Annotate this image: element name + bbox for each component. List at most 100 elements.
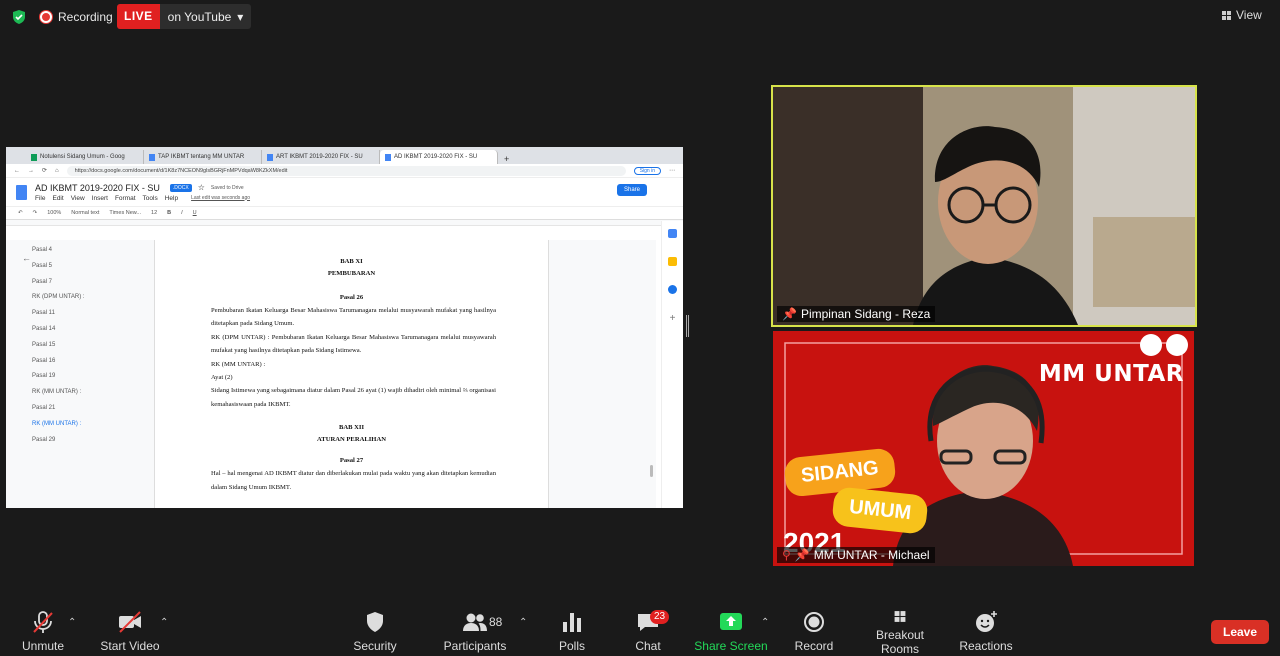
tasks-icon[interactable] xyxy=(668,285,677,294)
docs-toolbar: ↶ ↷ 100% Normal text Times New... 12 B I… xyxy=(6,206,683,220)
docs-logo-icon[interactable] xyxy=(16,184,27,200)
bold-icon[interactable]: B xyxy=(167,210,171,216)
outline-item[interactable]: Pasal 7 xyxy=(6,279,154,295)
outline-item[interactable]: RK (DPM UNTAR) : xyxy=(6,294,154,310)
chapter-heading: BAB XII xyxy=(338,424,365,432)
unmute-button[interactable]: Unmute xyxy=(18,610,68,656)
security-shield-icon xyxy=(367,612,383,632)
style-select[interactable]: Normal text xyxy=(71,210,99,216)
view-button[interactable]: View xyxy=(1222,8,1262,22)
document-page[interactable]: BAB XI PEMBUBARAN Pasal 26 Pembubaran Ik… xyxy=(154,240,549,508)
browser-tab-active[interactable]: AD IKBMT 2019-2020 FIX - SU xyxy=(380,150,498,164)
more-icon[interactable]: ⋯ xyxy=(669,167,675,174)
url-field[interactable]: https://docs.google.com/document/d/1K8z7… xyxy=(66,165,626,176)
participant-name-label: ⚲ 📌 MM UNTAR - Michael xyxy=(777,547,935,563)
polls-icon xyxy=(563,613,581,632)
polls-button[interactable]: Polls xyxy=(550,610,594,656)
font-select[interactable]: Times New... xyxy=(109,210,141,216)
sheets-icon xyxy=(31,153,37,161)
back-icon[interactable]: ← xyxy=(14,168,20,174)
menu-view[interactable]: View xyxy=(71,195,85,202)
italic-icon[interactable]: I xyxy=(181,210,183,216)
outline-item[interactable]: Pasal 11 xyxy=(6,310,154,326)
chapter-title: ATURAN PERALIHAN xyxy=(317,436,386,444)
add-addon-icon[interactable]: + xyxy=(662,313,683,324)
participants-options-caret[interactable]: ⌃ xyxy=(519,617,527,628)
menu-format[interactable]: Format xyxy=(115,195,136,202)
browser-tab[interactable]: ART IKBMT 2019-2020 FIX - SU xyxy=(262,150,380,164)
stream-platform: on YouTube ▾ xyxy=(167,9,244,24)
outline-item-active[interactable]: RK (MM UNTAR) : xyxy=(6,421,154,437)
menu-insert[interactable]: Insert xyxy=(92,195,108,202)
video-options-caret[interactable]: ⌃ xyxy=(160,617,168,628)
outline-back-icon[interactable]: ← xyxy=(22,253,31,263)
document-outline: Pasal 4 Pasal 5 Pasal 7 RK (DPM UNTAR) :… xyxy=(6,247,154,508)
paragraph: RK (MM UNTAR) : xyxy=(211,360,266,368)
menu-file[interactable]: File xyxy=(35,195,45,202)
outline-item[interactable]: Pasal 19 xyxy=(6,373,154,389)
outline-item[interactable]: Pasal 15 xyxy=(6,342,154,358)
breakout-rooms-button[interactable]: Breakout Rooms xyxy=(856,610,944,656)
share-options-caret[interactable]: ⌃ xyxy=(761,617,769,628)
redo-icon[interactable]: ↷ xyxy=(33,210,38,216)
recording-dot-icon xyxy=(40,11,52,23)
resize-handle[interactable] xyxy=(686,315,689,337)
shared-screen[interactable]: Notulensi Sidang Umum - Goog TAP IKBMT t… xyxy=(6,147,683,508)
video-tile[interactable]: MM UNTAR SIDANG UMUM 2021 ⚲ 📌 MM UNTAR -… xyxy=(773,331,1194,566)
audio-options-caret[interactable]: ⌃ xyxy=(68,617,76,628)
outline-item[interactable]: RK (MM UNTAR) : xyxy=(6,389,154,405)
share-screen-icon xyxy=(720,613,742,630)
reactions-icon xyxy=(976,611,997,632)
browser-tabbar: Notulensi Sidang Umum - Goog TAP IKBMT t… xyxy=(6,147,683,164)
article-heading: Pasal 27 xyxy=(339,457,364,465)
outline-item[interactable]: Pasal 14 xyxy=(6,326,154,342)
menu-help[interactable]: Help xyxy=(165,195,178,202)
scrollbar[interactable] xyxy=(650,465,653,477)
last-edit-link[interactable]: Last edit was seconds ago xyxy=(191,195,250,202)
font-size-field[interactable]: 12 xyxy=(151,210,157,216)
sign-in-button[interactable]: Sign in xyxy=(633,166,661,175)
ruler xyxy=(6,220,683,226)
reload-icon[interactable]: ⟳ xyxy=(42,167,47,174)
video-off-icon xyxy=(119,611,141,633)
video-tile-active-speaker[interactable]: 📌 Pimpinan Sidang - Reza xyxy=(771,85,1197,327)
menu-edit[interactable]: Edit xyxy=(52,195,63,202)
document-title[interactable]: AD IKBMT 2019-2020 FIX - SU xyxy=(35,183,160,193)
zoom-select[interactable]: 100% xyxy=(47,210,61,216)
paragraph: Hal – hal mengenai AD IKBMT diatur dan d… xyxy=(211,470,496,491)
record-icon xyxy=(804,612,824,632)
start-video-button[interactable]: Start Video xyxy=(98,610,162,656)
security-button[interactable]: Security xyxy=(350,610,400,656)
menu-tools[interactable]: Tools xyxy=(143,195,158,202)
new-tab-icon[interactable]: + xyxy=(498,154,515,164)
outline-item[interactable]: Pasal 5 xyxy=(6,263,154,279)
outline-item[interactable]: Pasal 16 xyxy=(6,358,154,374)
article-heading: Pasal 26 xyxy=(339,294,364,301)
undo-icon[interactable]: ↶ xyxy=(18,210,23,216)
star-icon[interactable]: ☆ xyxy=(198,183,205,192)
calendar-icon[interactable] xyxy=(668,229,677,238)
reactions-button[interactable]: Reactions xyxy=(958,610,1014,656)
docs-icon xyxy=(385,153,391,161)
home-icon[interactable]: ⌂ xyxy=(55,168,59,174)
share-button[interactable]: Share xyxy=(616,184,647,196)
docs-icon xyxy=(149,153,155,161)
underline-icon[interactable]: U xyxy=(193,210,197,216)
docs-header: AD IKBMT 2019-2020 FIX - SU .DOCX ☆ Save… xyxy=(6,178,683,206)
record-button[interactable]: Record xyxy=(790,610,838,656)
keep-icon[interactable] xyxy=(668,257,677,266)
outline-item[interactable]: Pasal 29 xyxy=(6,437,154,453)
forward-icon[interactable]: → xyxy=(28,168,34,174)
breakout-rooms-icon xyxy=(894,611,906,622)
browser-tab[interactable]: Notulensi Sidang Umum - Goog xyxy=(26,150,144,164)
grid-icon xyxy=(1222,10,1231,20)
pin-icon: 📌 xyxy=(782,307,797,321)
browser-tab[interactable]: TAP IKBMT tentang MM UNTAR xyxy=(144,150,262,164)
live-stream-menu[interactable]: LIVE on YouTube ▾ xyxy=(117,4,252,29)
recording-indicator[interactable]: Recording xyxy=(40,8,113,26)
shield-icon[interactable] xyxy=(11,9,27,25)
outline-item[interactable]: Pasal 21 xyxy=(6,405,154,421)
paragraph: Sidang Istimewa yang sebagaimana diatur … xyxy=(211,387,496,408)
leave-button[interactable]: Leave xyxy=(1211,620,1269,644)
share-screen-button[interactable]: Share Screen xyxy=(694,610,768,656)
